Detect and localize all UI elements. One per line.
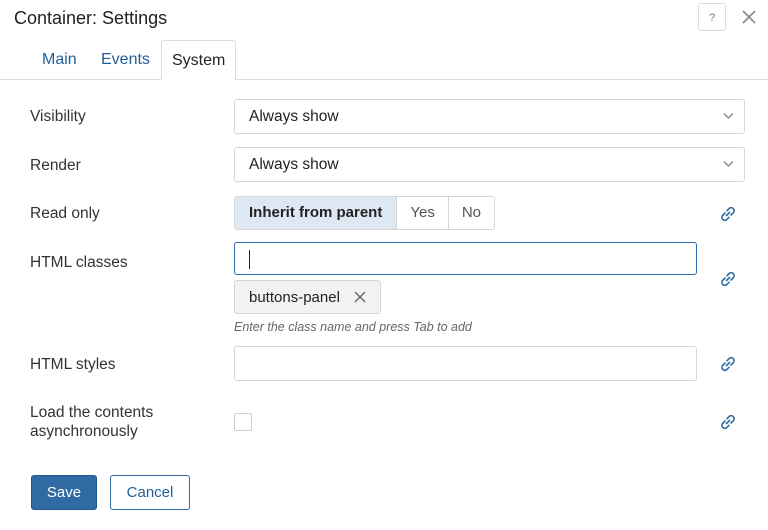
close-button[interactable] <box>738 6 760 28</box>
load-async-checkbox[interactable] <box>234 413 252 431</box>
load-async-label: Load the contents asynchronously <box>30 403 153 441</box>
visibility-value: Always show <box>249 108 339 125</box>
help-button[interactable]: ? <box>698 3 726 31</box>
render-select[interactable]: Always show <box>234 147 745 182</box>
chevron-down-icon <box>723 113 734 119</box>
html-styles-input[interactable] <box>234 346 697 381</box>
tab-events[interactable]: Events <box>91 40 160 80</box>
save-button[interactable]: Save <box>31 475 97 510</box>
html-styles-label: HTML styles <box>30 356 116 373</box>
class-tag: buttons-panel <box>234 280 381 314</box>
read-only-inherit-option[interactable]: Inherit from parent <box>235 197 398 229</box>
close-icon <box>354 291 366 303</box>
help-glyph: ? <box>709 12 715 24</box>
html-classes-hint: Enter the class name and press Tab to ad… <box>234 320 472 334</box>
help-icon: ? <box>709 12 715 24</box>
read-only-toggle: Inherit from parent Yes No <box>234 196 496 230</box>
class-tag-label: buttons-panel <box>249 288 340 306</box>
close-icon <box>742 10 756 24</box>
link-icon[interactable] <box>717 268 739 290</box>
dialog-header: Container: Settings ? <box>0 0 768 40</box>
tab-system[interactable]: System <box>161 40 237 81</box>
html-classes-label: HTML classes <box>30 254 128 271</box>
visibility-label: Visibility <box>30 108 86 125</box>
read-only-no-option[interactable]: No <box>448 197 495 229</box>
load-async-label-line2: asynchronously <box>30 423 138 440</box>
read-only-yes-option[interactable]: Yes <box>397 197 449 229</box>
read-only-label: Read only <box>30 205 100 222</box>
render-value: Always show <box>249 156 339 173</box>
html-classes-input[interactable] <box>234 242 697 275</box>
link-icon[interactable] <box>717 411 739 433</box>
chevron-down-icon <box>723 161 734 167</box>
dialog-title: Container: Settings <box>14 8 168 28</box>
link-icon[interactable] <box>717 203 739 225</box>
visibility-select[interactable]: Always show <box>234 99 745 134</box>
text-caret <box>249 250 250 269</box>
render-label: Render <box>30 157 81 174</box>
tab-bar: Main Events System <box>0 40 768 81</box>
link-icon[interactable] <box>717 353 739 375</box>
cancel-button[interactable]: Cancel <box>110 475 190 510</box>
tag-remove-button[interactable] <box>354 290 368 304</box>
load-async-label-line1: Load the contents <box>30 404 154 421</box>
tab-main[interactable]: Main <box>32 40 87 80</box>
